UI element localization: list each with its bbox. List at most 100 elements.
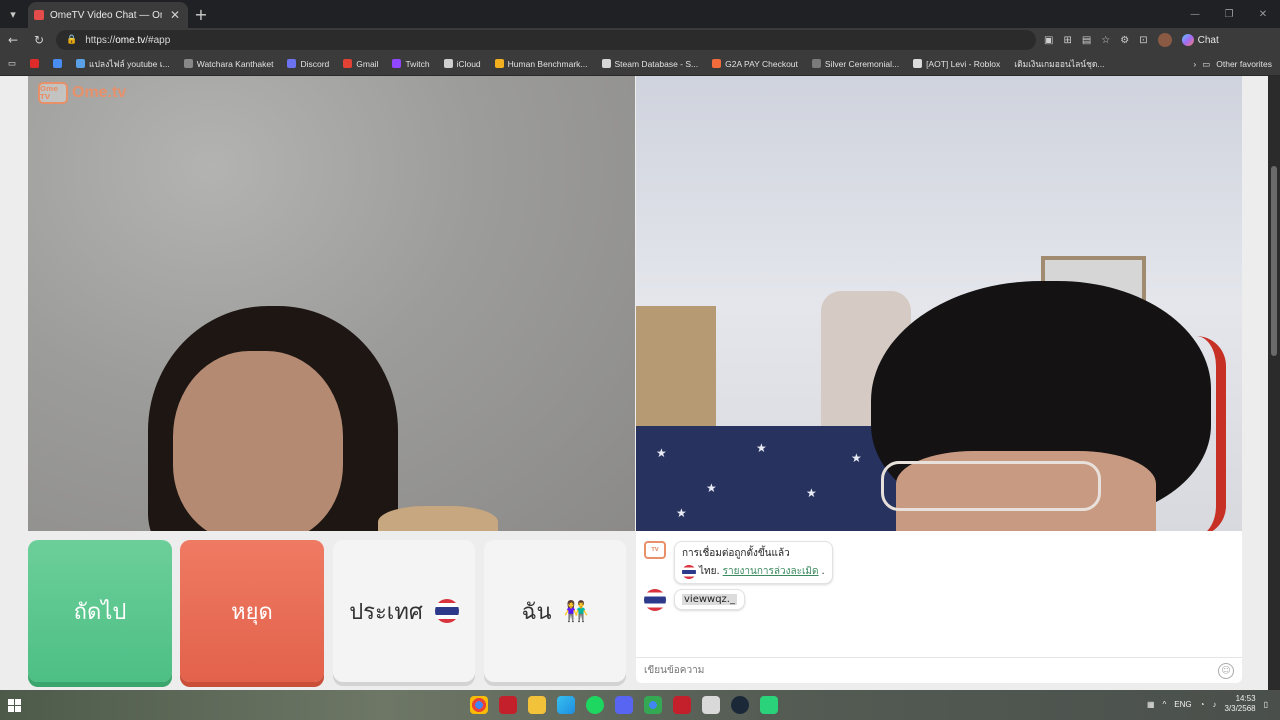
bookmarks-overflow: › ▭ Other favorites bbox=[1193, 52, 1272, 76]
reader-icon[interactable]: ▤ bbox=[1082, 35, 1091, 46]
windows-taskbar: ▦ ^ ENG ◔ ♪ 14:53 3/3/2568 ▯ bbox=[0, 690, 1280, 720]
stop-label: หยุด bbox=[231, 599, 273, 625]
bookmark-item[interactable]: Gmail bbox=[343, 59, 378, 69]
volume-icon[interactable]: ♪ bbox=[1212, 700, 1216, 709]
notification-icon[interactable]: ▯ bbox=[1264, 700, 1268, 709]
new-tab-icon[interactable]: + bbox=[188, 5, 214, 24]
chevron-right-icon[interactable]: › bbox=[1193, 59, 1196, 69]
favorite-star-icon[interactable]: ☆ bbox=[1101, 35, 1110, 46]
bookmark-item[interactable]: iCloud bbox=[443, 59, 481, 69]
lightning-icon bbox=[494, 59, 504, 68]
url-text: https://ome.tv/#app bbox=[85, 34, 171, 46]
minimize-icon[interactable]: — bbox=[1178, 0, 1212, 28]
country-button[interactable]: ประเทศ bbox=[333, 540, 475, 682]
bookmarks-sidebar-icon[interactable]: ▭ bbox=[8, 58, 16, 69]
extensions-icon[interactable]: ⚙ bbox=[1120, 35, 1129, 46]
page-scrollbar[interactable] bbox=[1268, 76, 1280, 690]
thailand-flag-icon bbox=[434, 599, 459, 623]
bookmark-item[interactable]: แปลงไฟล์ youtube เ... bbox=[76, 57, 170, 71]
bookmark-item[interactable]: [AOT] Levi - Roblox bbox=[913, 59, 1000, 69]
bookmark-item[interactable]: Human Benchmark... bbox=[494, 59, 588, 69]
steam-icon[interactable] bbox=[731, 696, 749, 714]
windows-start-icon[interactable] bbox=[0, 698, 28, 712]
m-icon bbox=[53, 59, 63, 68]
tray-chevron-icon[interactable]: ^ bbox=[1163, 700, 1167, 709]
report-abuse-link[interactable]: รายงานการล่วงละเมิด bbox=[723, 564, 819, 579]
report-suffix: . bbox=[821, 566, 825, 577]
bookmark-youtube[interactable] bbox=[30, 59, 40, 68]
discord-icon bbox=[287, 59, 297, 68]
other-favorites[interactable]: Other favorites bbox=[1216, 59, 1272, 69]
star-icon: ★ bbox=[676, 506, 687, 520]
apps-icon[interactable]: ⊞ bbox=[1063, 35, 1071, 46]
twitch-icon bbox=[392, 59, 402, 68]
star-icon: ★ bbox=[656, 446, 667, 460]
bookmark-item[interactable]: Twitch bbox=[392, 59, 430, 69]
convert-icon bbox=[76, 59, 86, 68]
couple-icon: 👫 bbox=[563, 599, 589, 623]
chat-input-bar: ☺ bbox=[636, 657, 1242, 683]
bookmark-item[interactable]: Discord bbox=[287, 59, 329, 69]
app-red-icon[interactable] bbox=[499, 696, 517, 714]
close-tab-icon[interactable]: ✕ bbox=[168, 8, 182, 22]
bookmark-item[interactable]: เติมเงินเกมออนไลน์ชุด... bbox=[1014, 57, 1104, 71]
message-input[interactable] bbox=[644, 665, 1204, 676]
roblox-icon bbox=[913, 59, 923, 68]
bookmark-gmail-m[interactable] bbox=[53, 59, 63, 68]
folder-icon: ▭ bbox=[1202, 58, 1211, 69]
copilot-chat-button[interactable]: Chat bbox=[1181, 34, 1219, 46]
ometv-logo[interactable]: Ome TV Ome.tv bbox=[38, 82, 126, 104]
logo-text: Ome.tv bbox=[72, 84, 127, 101]
bookmark-item[interactable]: Watchara Kanthaket bbox=[183, 59, 273, 69]
copilot-icon bbox=[1181, 34, 1194, 46]
refresh-icon[interactable]: ↻ bbox=[26, 33, 52, 47]
tab-actions-menu-icon[interactable]: ▾ bbox=[0, 0, 26, 28]
partner-face bbox=[173, 351, 343, 531]
close-window-icon[interactable]: ✕ bbox=[1246, 0, 1280, 28]
bookmark-item[interactable]: Silver Ceremonial... bbox=[811, 59, 899, 69]
language-indicator[interactable]: ENG bbox=[1174, 700, 1191, 709]
country-line: ไทย. รายงานการล่วงละเมิด. bbox=[682, 564, 825, 579]
tv-logo-icon: TV bbox=[644, 541, 666, 559]
edge-icon[interactable] bbox=[557, 696, 575, 714]
scroll-thumb[interactable] bbox=[1271, 166, 1277, 356]
gender-button[interactable]: ฉัน 👫 bbox=[484, 540, 626, 682]
bookmarks-bar: ▭ แปลงไฟล์ youtube เ... Watchara Kanthak… bbox=[0, 52, 1280, 76]
clock[interactable]: 14:53 3/3/2568 bbox=[1224, 694, 1255, 714]
system-tray: ▦ ^ ENG ◔ ♪ 14:53 3/3/2568 ▯ bbox=[1147, 694, 1268, 714]
next-button[interactable]: ถัดไป bbox=[28, 540, 172, 682]
thailand-flag-avatar-icon bbox=[644, 589, 666, 611]
camera-icon[interactable]: ▣ bbox=[1044, 35, 1053, 46]
ometv-favicon-icon bbox=[34, 10, 44, 20]
chat-panel: TV การเชื่อมต่อถูกตั้งขึ้นแล้ว ไทย. รายง… bbox=[636, 531, 1242, 683]
bookmark-item[interactable]: Steam Database - S... bbox=[601, 59, 698, 69]
back-icon[interactable]: ← bbox=[0, 33, 26, 47]
restore-icon[interactable]: ❐ bbox=[1212, 0, 1246, 28]
taskbar-apps bbox=[470, 696, 778, 714]
star-icon: ★ bbox=[706, 481, 717, 495]
apple-icon bbox=[443, 59, 453, 68]
g2a-icon bbox=[712, 59, 722, 68]
discord-icon[interactable] bbox=[615, 696, 633, 714]
chrome-icon[interactable] bbox=[470, 696, 488, 714]
emoji-icon[interactable]: ☺ bbox=[1218, 663, 1234, 679]
profile-avatar[interactable] bbox=[1157, 33, 1172, 47]
url-field[interactable]: 🔒 https://ome.tv/#app bbox=[56, 30, 1036, 50]
gender-label: ฉัน bbox=[521, 599, 552, 625]
browser-tab-bar: ▾ OmeTV Video Chat — Omegle ✕ + — ❐ ✕ bbox=[0, 0, 1280, 28]
tray-app-icon[interactable]: ▦ bbox=[1147, 700, 1155, 709]
browser-tab[interactable]: OmeTV Video Chat — Omegle ✕ bbox=[28, 2, 188, 28]
address-bar: ← ↻ 🔒 https://ome.tv/#app ▣ ⊞ ▤ ☆ ⚙ ⊡ Ch… bbox=[0, 28, 1280, 52]
app-green-icon[interactable] bbox=[760, 696, 778, 714]
collections-icon[interactable]: ⊡ bbox=[1139, 35, 1147, 46]
wifi-icon[interactable]: ◔ bbox=[1200, 700, 1205, 709]
file-explorer-icon[interactable] bbox=[528, 696, 546, 714]
stop-button[interactable]: หยุด bbox=[180, 540, 324, 682]
roblox-icon bbox=[811, 59, 821, 68]
chrome-alt-icon[interactable] bbox=[644, 696, 662, 714]
app-red-2-icon[interactable] bbox=[673, 696, 691, 714]
bookmark-item[interactable]: G2A PAY Checkout bbox=[712, 59, 798, 69]
shield-icon[interactable] bbox=[702, 696, 720, 714]
lock-icon[interactable]: 🔒 bbox=[66, 35, 77, 45]
spotify-icon[interactable] bbox=[586, 696, 604, 714]
